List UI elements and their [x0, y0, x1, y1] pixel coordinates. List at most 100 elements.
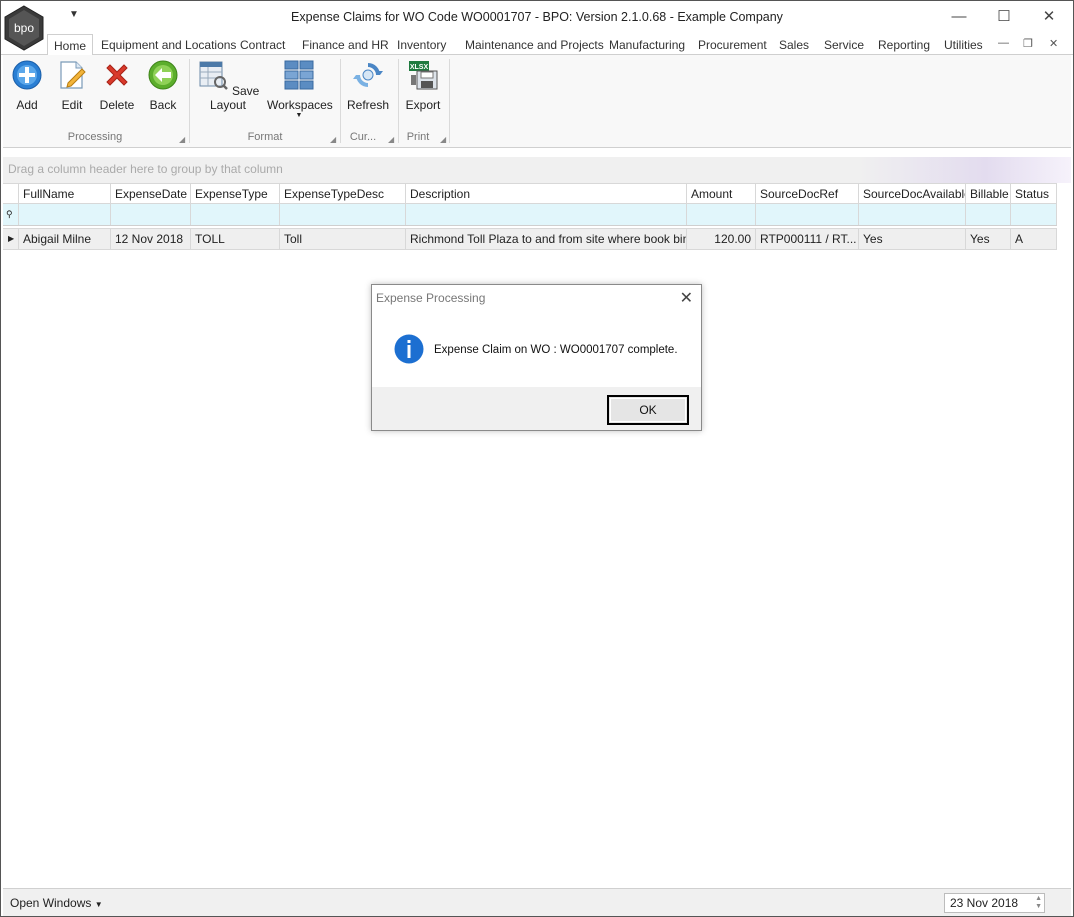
tab-inventory[interactable]: Inventory [397, 38, 446, 52]
filter-cell-expensedate[interactable] [111, 204, 191, 225]
date-value: 23 Nov 2018 [950, 896, 1019, 910]
dialog-footer: OK [372, 387, 701, 430]
tab-procurement[interactable]: Procurement [698, 38, 767, 52]
tab-reporting[interactable]: Reporting [878, 38, 930, 52]
print-launcher-icon[interactable]: ◢ [440, 135, 446, 144]
refresh-icon [353, 63, 383, 87]
filter-pin-icon: ⚲ [3, 204, 19, 225]
expense-processing-dialog: Expense Processing ✕ Expense Claim on WO… [371, 284, 702, 431]
filter-cell-sourcedocref[interactable] [756, 204, 859, 225]
tab-finance-and-hr[interactable]: Finance and HR [302, 38, 389, 52]
ribbon-separator [449, 59, 450, 143]
processing-group-label: Processing [67, 131, 123, 143]
save-layout-button[interactable]: Save Layout [195, 59, 261, 112]
tab-home[interactable]: Home [47, 34, 94, 56]
filter-cell-description[interactable] [406, 204, 687, 225]
delete-label: Delete [99, 98, 135, 112]
cell-status[interactable]: A [1011, 229, 1057, 249]
table-row[interactable]: ▶ Abigail Milne 12 Nov 2018 TOLL Toll Ri… [3, 228, 1057, 250]
column-header-fullname[interactable]: FullName [19, 184, 111, 203]
minimize-icon[interactable]: — [939, 5, 979, 29]
filter-cell-billable[interactable] [966, 204, 1011, 225]
edit-button[interactable]: Edit [54, 59, 90, 112]
ribbon: Add Edit Delete Back Processing ◢ Save L… [3, 55, 1071, 148]
title-bar: bpo ▼ Expense Claims for WO Code WO00017… [1, 1, 1073, 51]
column-header-description[interactable]: Description [406, 184, 687, 203]
column-header-sourcedocavailable[interactable]: SourceDocAvailable [859, 184, 966, 203]
delete-button[interactable]: Delete [98, 59, 136, 112]
ok-button[interactable]: OK [607, 395, 689, 425]
add-icon [12, 60, 42, 90]
ribbon-separator [340, 59, 341, 143]
cell-sourcedocref[interactable]: RTP000111 / RT... [756, 229, 859, 249]
edit-icon [60, 61, 86, 89]
open-windows-menu[interactable]: Open Windows ▼ [10, 896, 103, 910]
print-group-label: Print [406, 131, 430, 143]
tab-maintenance-and-projects[interactable]: Maintenance and Projects [465, 38, 604, 52]
format-launcher-icon[interactable]: ◢ [330, 135, 336, 144]
export-label: Export [405, 98, 441, 112]
tab-sales[interactable]: Sales [779, 38, 809, 52]
workspaces-button[interactable]: Workspaces ▼ [267, 59, 333, 120]
filter-cell-expensetypedesc[interactable] [280, 204, 406, 225]
cell-expensetype[interactable]: TOLL [191, 229, 280, 249]
export-badge-text: XLSX [410, 64, 429, 71]
add-button[interactable]: Add [9, 59, 45, 112]
status-bar: Open Windows ▼ 23 Nov 2018 ▲ ▼ [3, 888, 1071, 916]
open-windows-label: Open Windows [10, 896, 92, 910]
column-header-billable[interactable]: Billable [966, 184, 1011, 203]
cell-amount[interactable]: 120.00 [687, 229, 756, 249]
tab-equipment-and-locations[interactable]: Equipment and Locations [101, 38, 236, 52]
cell-billable[interactable]: Yes [966, 229, 1011, 249]
back-button[interactable]: Back [145, 59, 181, 112]
cell-fullname[interactable]: Abigail Milne [19, 229, 111, 249]
cell-description[interactable]: Richmond Toll Plaza to and from site whe… [406, 229, 687, 249]
filter-cell-fullname[interactable] [19, 204, 111, 225]
cell-expensedate[interactable]: 12 Nov 2018 [111, 229, 191, 249]
group-panel-hint: Drag a column header here to group by th… [8, 162, 283, 176]
close-icon[interactable]: ✕ [1029, 5, 1069, 29]
column-header-expensetypedesc[interactable]: ExpenseTypeDesc [280, 184, 406, 203]
tab-contract[interactable]: Contract [240, 38, 285, 52]
dialog-message: Expense Claim on WO : WO0001707 complete… [434, 344, 678, 356]
mdi-minimize-icon[interactable]: — [998, 37, 1009, 49]
filter-cell-sourcedocavailable[interactable] [859, 204, 966, 225]
column-header-status[interactable]: Status [1011, 184, 1057, 203]
tab-manufacturing[interactable]: Manufacturing [609, 38, 685, 52]
cell-sourcedocavailable[interactable]: Yes [859, 229, 966, 249]
export-button[interactable]: XLSX Export [403, 59, 443, 112]
tab-service[interactable]: Service [824, 38, 864, 52]
dialog-close-icon[interactable]: ✕ [680, 288, 693, 308]
mdi-restore-icon[interactable]: ❐ [1023, 37, 1033, 50]
tab-utilities[interactable]: Utilities [944, 38, 983, 52]
column-header-amount[interactable]: Amount [687, 184, 756, 203]
date-field[interactable]: 23 Nov 2018 ▲ ▼ [944, 893, 1045, 913]
workspaces-label: Workspaces [267, 98, 333, 112]
column-header-expensedate[interactable]: ExpenseDate [111, 184, 191, 203]
edit-label: Edit [61, 98, 83, 112]
filter-cell-expensetype[interactable] [191, 204, 280, 225]
maximize-icon[interactable]: ☐ [984, 5, 1024, 29]
auto-filter-row: ⚲ [3, 204, 1057, 226]
dialog-title: Expense Processing [376, 291, 486, 305]
row-indicator-header [3, 184, 19, 203]
save-layout-icon [199, 61, 228, 90]
cell-expensetypedesc[interactable]: Toll [280, 229, 406, 249]
current-launcher-icon[interactable]: ◢ [388, 135, 394, 144]
processing-launcher-icon[interactable]: ◢ [179, 135, 185, 144]
refresh-label: Refresh [346, 98, 390, 112]
window-title: Expense Claims for WO Code WO0001707 - B… [291, 10, 783, 24]
filter-cell-amount[interactable] [687, 204, 756, 225]
workspaces-icon [284, 60, 314, 90]
column-header-sourcedocref[interactable]: SourceDocRef [756, 184, 859, 203]
mdi-close-icon[interactable]: ✕ [1049, 37, 1058, 50]
column-header-expensetype[interactable]: ExpenseType [191, 184, 280, 203]
delete-icon [106, 64, 128, 86]
row-indicator-icon: ▶ [3, 229, 19, 249]
current-group-label: Cur... [349, 131, 377, 143]
refresh-button[interactable]: Refresh [345, 59, 391, 112]
back-arrow-icon [148, 60, 178, 90]
filter-cell-status[interactable] [1011, 204, 1057, 225]
group-by-panel[interactable]: Drag a column header here to group by th… [3, 157, 1071, 183]
date-spinner-icon[interactable]: ▲ ▼ [1035, 895, 1042, 911]
